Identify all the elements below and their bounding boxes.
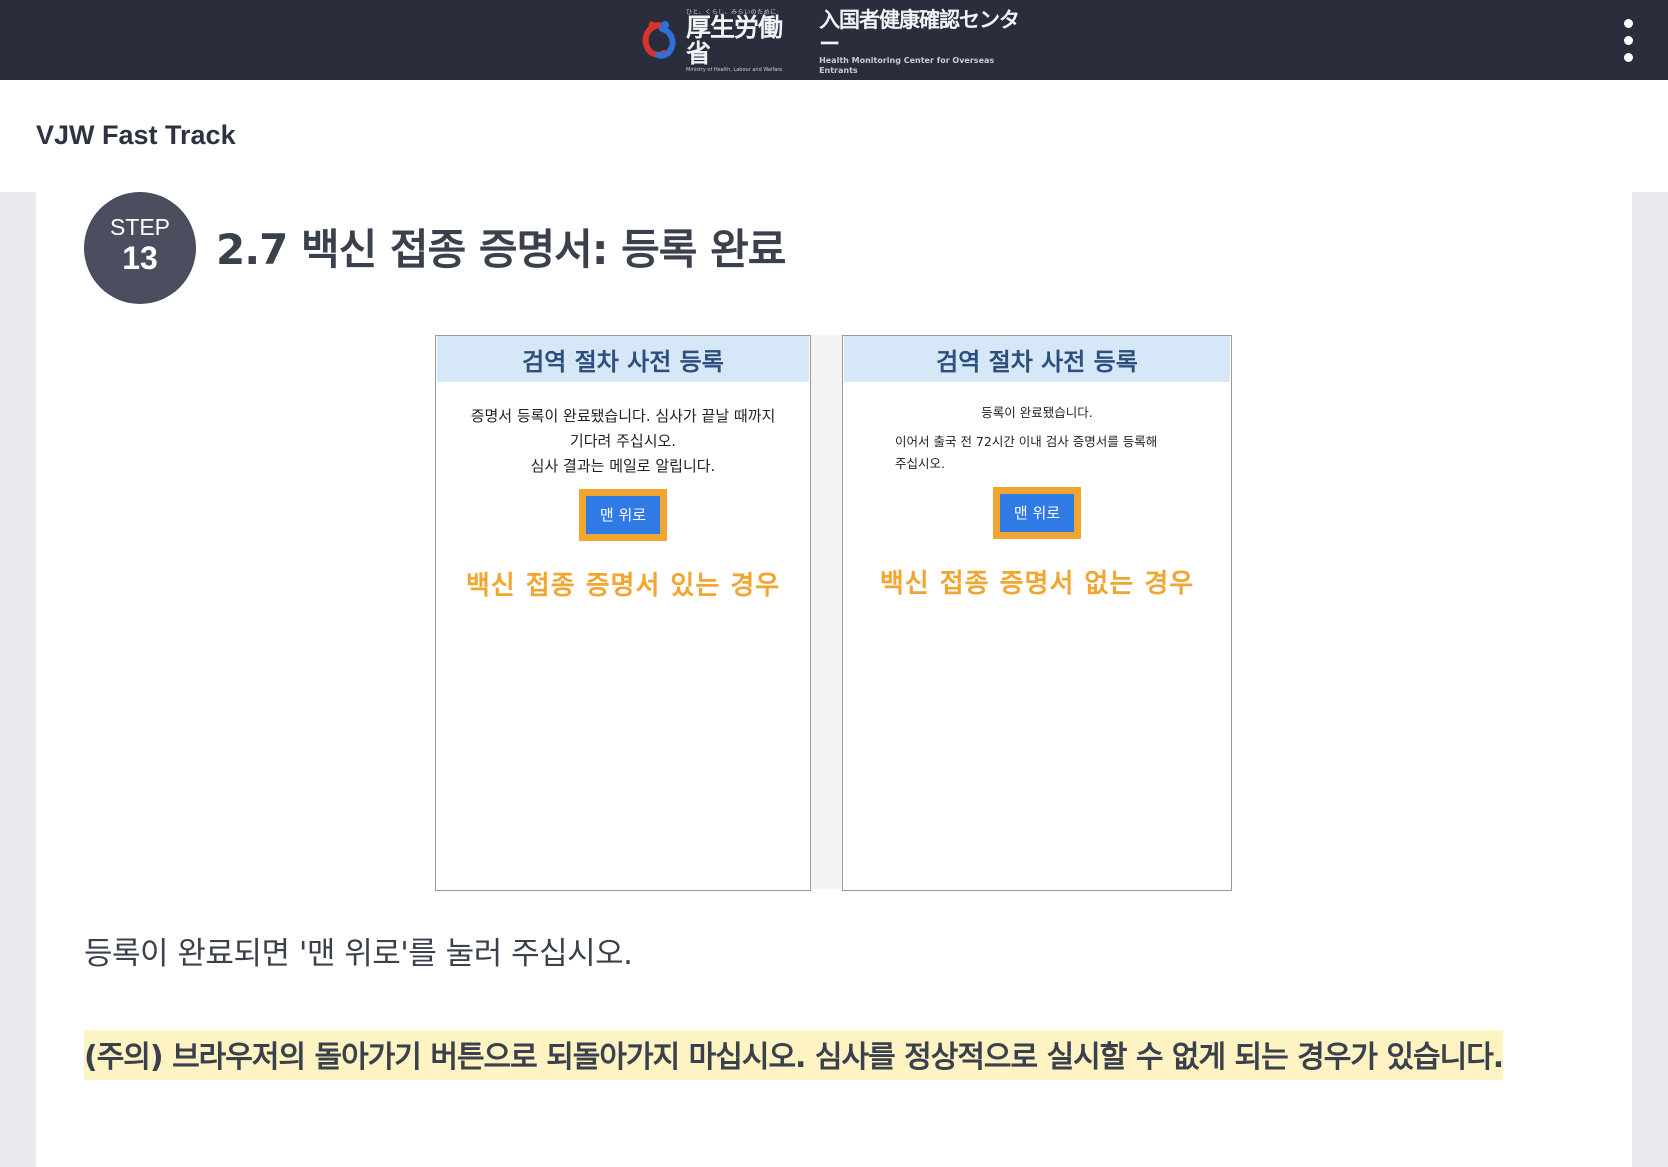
button-wrapper: 맨 위로: [843, 487, 1231, 539]
mhlw-emblem-icon: [638, 19, 680, 61]
kebab-dot: [1623, 35, 1633, 45]
ministry-subtitle: Ministry of Health, Labour and Welfare: [686, 66, 783, 73]
page-title: 2.7 백신 접종 증명서: 등록 완료: [216, 225, 786, 274]
center-subtitle: Health Monitoring Center for Overseas En…: [819, 56, 995, 75]
screen-header: 검역 절차 사전 등록: [437, 336, 809, 382]
app-title[interactable]: VJW Fast Track: [36, 120, 236, 151]
ministry-wordmark: ひと、くらし、みらいのために 厚生労働省 Ministry of Health,…: [686, 7, 801, 74]
screen-with-certificate: 검역 절차 사전 등록 증명서 등록이 완료됐습니다. 심사가 끝날 때까지 기…: [435, 335, 811, 891]
message-line: 증명서 등록이 완료됐습니다. 심사가 끝날 때까지: [470, 407, 776, 425]
screen-message: 등록이 완료됐습니다. 이어서 출국 전 72시간 이내 검사 증명서를 등록해…: [843, 402, 1231, 475]
example-screens-figure: 검역 절차 사전 등록 증명서 등록이 완료됐습니다. 심사가 끝날 때까지 기…: [435, 335, 1232, 891]
message-line: 이어서 출국 전 72시간 이내 검사 증명서를 등록해: [895, 434, 1158, 449]
kebab-dot: [1623, 18, 1633, 28]
message-line: 심사 결과는 메일로 알립니다.: [530, 457, 716, 475]
content-card: STEP 13 2.7 백신 접종 증명서: 등록 완료 검역 절차 사전 등록…: [36, 192, 1632, 1167]
screen-header: 검역 절차 사전 등록: [844, 336, 1230, 382]
ministry-logo: ひと、くらし、みらいのために 厚生労働省 Ministry of Health,…: [638, 8, 1030, 75]
message-line: 주십시오.: [895, 456, 945, 471]
button-highlight: 맨 위로: [992, 487, 1082, 539]
button-highlight: 맨 위로: [578, 489, 668, 541]
case-label: 백신 접종 증명서 있는 경우: [465, 571, 781, 601]
step-label: STEP: [109, 214, 171, 240]
warning-text: (주의) 브라우저의 돌아가기 버튼으로 되돌아가지 마십시오. 심사를 정상적…: [84, 1030, 1504, 1080]
message-line: 기다려 주십시오.: [569, 432, 677, 450]
step-badge: STEP 13: [84, 192, 196, 304]
kebab-dot: [1623, 52, 1633, 62]
back-to-top-button[interactable]: 맨 위로: [999, 494, 1075, 532]
back-to-top-button[interactable]: 맨 위로: [585, 496, 661, 534]
app-header: VJW Fast Track: [0, 80, 1668, 192]
step-number: 13: [122, 240, 158, 276]
button-wrapper: 맨 위로: [436, 489, 810, 541]
ministry-name: 厚生労働省: [686, 12, 783, 68]
kebab-menu-icon[interactable]: [1614, 16, 1642, 64]
instruction-text: 등록이 완료되면 '맨 위로'를 눌러 주십시오.: [84, 936, 633, 972]
top-header: ひと、くらし、みらいのために 厚生労働省 Ministry of Health,…: [0, 0, 1668, 80]
screen-without-certificate: 검역 절차 사전 등록 등록이 완료됐습니다. 이어서 출국 전 72시간 이내…: [842, 335, 1232, 891]
center-name: 入国者健康確認センター: [819, 8, 1020, 56]
message-line: 등록이 완료됐습니다.: [981, 405, 1093, 420]
screen-message: 증명서 등록이 완료됐습니다. 심사가 끝날 때까지 기다려 주십시오. 심사 …: [436, 404, 810, 479]
center-wordmark: 入国者健康確認センター Health Monitoring Center for…: [819, 4, 1030, 76]
case-label: 백신 접종 증명서 없는 경우: [879, 569, 1195, 599]
